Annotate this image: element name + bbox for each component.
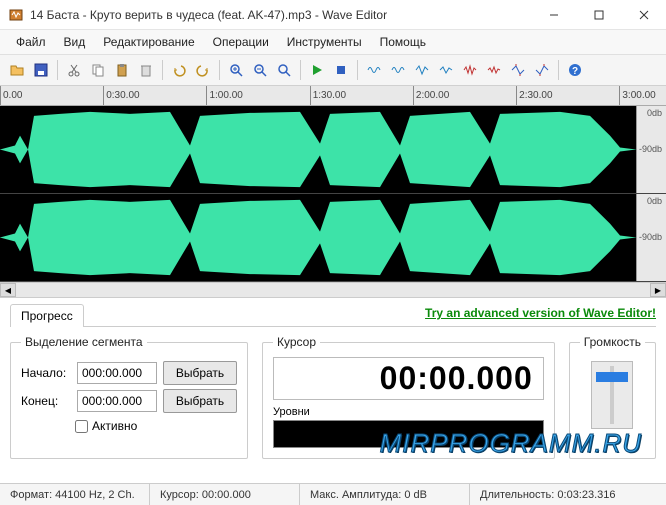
cursor-time-display: 00:00.000 bbox=[273, 357, 544, 400]
waveform-channel-right[interactable]: 0db -90db bbox=[0, 194, 666, 282]
db-0-label: 0db bbox=[645, 196, 664, 206]
ruler-tick: 1:30.00 bbox=[310, 86, 346, 105]
status-format: Формат: 44100 Hz, 2 Ch. bbox=[0, 484, 150, 505]
play-icon[interactable] bbox=[306, 59, 328, 81]
scroll-left-arrow[interactable]: ◀ bbox=[0, 283, 16, 297]
db-90-label: -90db bbox=[637, 232, 664, 242]
window-title: 14 Баста - Круто верить в чудеса (feat. … bbox=[30, 8, 531, 22]
volume-thumb[interactable] bbox=[596, 372, 628, 382]
ruler-tick: 3:00.00 bbox=[619, 86, 655, 105]
zoom-in-icon[interactable] bbox=[225, 59, 247, 81]
segment-end-select-button[interactable]: Выбрать bbox=[163, 389, 237, 413]
delete-icon[interactable] bbox=[135, 59, 157, 81]
wave-effect1-icon[interactable] bbox=[363, 59, 385, 81]
volume-legend: Громкость bbox=[580, 335, 645, 349]
db-90-label: -90db bbox=[637, 144, 664, 154]
db-scale: 0db -90db bbox=[636, 194, 666, 281]
timeline-ruler[interactable]: 0.00 0:30.00 1:00.00 1:30.00 2:00.00 2:3… bbox=[0, 86, 666, 106]
segment-active-checkbox[interactable] bbox=[75, 420, 88, 433]
app-icon bbox=[8, 7, 24, 23]
segment-start-input[interactable] bbox=[77, 362, 157, 384]
upgrade-link[interactable]: Try an advanced version of Wave Editor! bbox=[425, 306, 656, 324]
redo-icon[interactable] bbox=[192, 59, 214, 81]
controls-panel: Прогресс Try an advanced version of Wave… bbox=[0, 298, 666, 463]
wave-effect8-icon[interactable] bbox=[531, 59, 553, 81]
levels-label: Уровни bbox=[273, 406, 544, 418]
titlebar: 14 Баста - Круто верить в чудеса (feat. … bbox=[0, 0, 666, 30]
menu-view[interactable]: Вид bbox=[56, 33, 94, 51]
menu-operations[interactable]: Операции bbox=[205, 33, 277, 51]
cut-icon[interactable] bbox=[63, 59, 85, 81]
ruler-tick: 0:30.00 bbox=[103, 86, 139, 105]
segment-active-label: Активно bbox=[92, 419, 137, 433]
menu-file[interactable]: Файл bbox=[8, 33, 54, 51]
status-duration: Длительность: 0:03:23.316 bbox=[470, 484, 666, 505]
volume-fieldset: Громкость bbox=[569, 335, 656, 459]
db-scale: 0db -90db bbox=[636, 106, 666, 193]
maximize-button[interactable] bbox=[576, 0, 621, 30]
toolbar: ? bbox=[0, 54, 666, 86]
segment-legend: Выделение сегмента bbox=[21, 335, 147, 349]
scroll-right-arrow[interactable]: ▶ bbox=[650, 283, 666, 297]
segment-end-input[interactable] bbox=[77, 390, 157, 412]
copy-icon[interactable] bbox=[87, 59, 109, 81]
status-amplitude: Макс. Амплитуда: 0 dB bbox=[300, 484, 470, 505]
help-icon[interactable]: ? bbox=[564, 59, 586, 81]
ruler-tick: 2:00.00 bbox=[413, 86, 449, 105]
menubar: Файл Вид Редактирование Операции Инструм… bbox=[0, 30, 666, 54]
ruler-tick: 0.00 bbox=[0, 86, 22, 105]
wave-effect7-icon[interactable] bbox=[507, 59, 529, 81]
close-button[interactable] bbox=[621, 0, 666, 30]
wave-effect2-icon[interactable] bbox=[387, 59, 409, 81]
horizontal-scrollbar[interactable]: ◀ ▶ bbox=[0, 282, 666, 298]
statusbar: Формат: 44100 Hz, 2 Ch. Курсор: 00:00.00… bbox=[0, 483, 666, 505]
minimize-button[interactable] bbox=[531, 0, 576, 30]
cursor-fieldset: Курсор 00:00.000 Уровни bbox=[262, 335, 555, 459]
menu-help[interactable]: Помощь bbox=[372, 33, 434, 51]
levels-meter bbox=[273, 420, 544, 448]
db-0-label: 0db bbox=[645, 108, 664, 118]
ruler-tick: 1:00.00 bbox=[206, 86, 242, 105]
scroll-track[interactable] bbox=[16, 283, 650, 297]
tab-progress[interactable]: Прогресс bbox=[10, 304, 84, 327]
save-icon[interactable] bbox=[30, 59, 52, 81]
svg-text:?: ? bbox=[572, 66, 578, 77]
status-cursor: Курсор: 00:00.000 bbox=[150, 484, 300, 505]
segment-end-label: Конец: bbox=[21, 394, 71, 408]
wave-effect5-icon[interactable] bbox=[459, 59, 481, 81]
cursor-legend: Курсор bbox=[273, 335, 320, 349]
open-icon[interactable] bbox=[6, 59, 28, 81]
paste-icon[interactable] bbox=[111, 59, 133, 81]
volume-slider[interactable] bbox=[591, 361, 633, 429]
ruler-tick: 2:30.00 bbox=[516, 86, 552, 105]
waveform-display[interactable]: 0db -90db 0db -90db bbox=[0, 106, 666, 282]
tabs: Прогресс Try an advanced version of Wave… bbox=[10, 304, 656, 327]
zoom-fit-icon[interactable] bbox=[273, 59, 295, 81]
wave-effect4-icon[interactable] bbox=[435, 59, 457, 81]
wave-effect3-icon[interactable] bbox=[411, 59, 433, 81]
wave-effect6-icon[interactable] bbox=[483, 59, 505, 81]
segment-fieldset: Выделение сегмента Начало: Выбрать Конец… bbox=[10, 335, 248, 459]
zoom-out-icon[interactable] bbox=[249, 59, 271, 81]
segment-start-select-button[interactable]: Выбрать bbox=[163, 361, 237, 385]
segment-start-label: Начало: bbox=[21, 366, 71, 380]
waveform-channel-left[interactable]: 0db -90db bbox=[0, 106, 666, 194]
undo-icon[interactable] bbox=[168, 59, 190, 81]
stop-icon[interactable] bbox=[330, 59, 352, 81]
menu-tools[interactable]: Инструменты bbox=[279, 33, 370, 51]
menu-edit[interactable]: Редактирование bbox=[95, 33, 202, 51]
